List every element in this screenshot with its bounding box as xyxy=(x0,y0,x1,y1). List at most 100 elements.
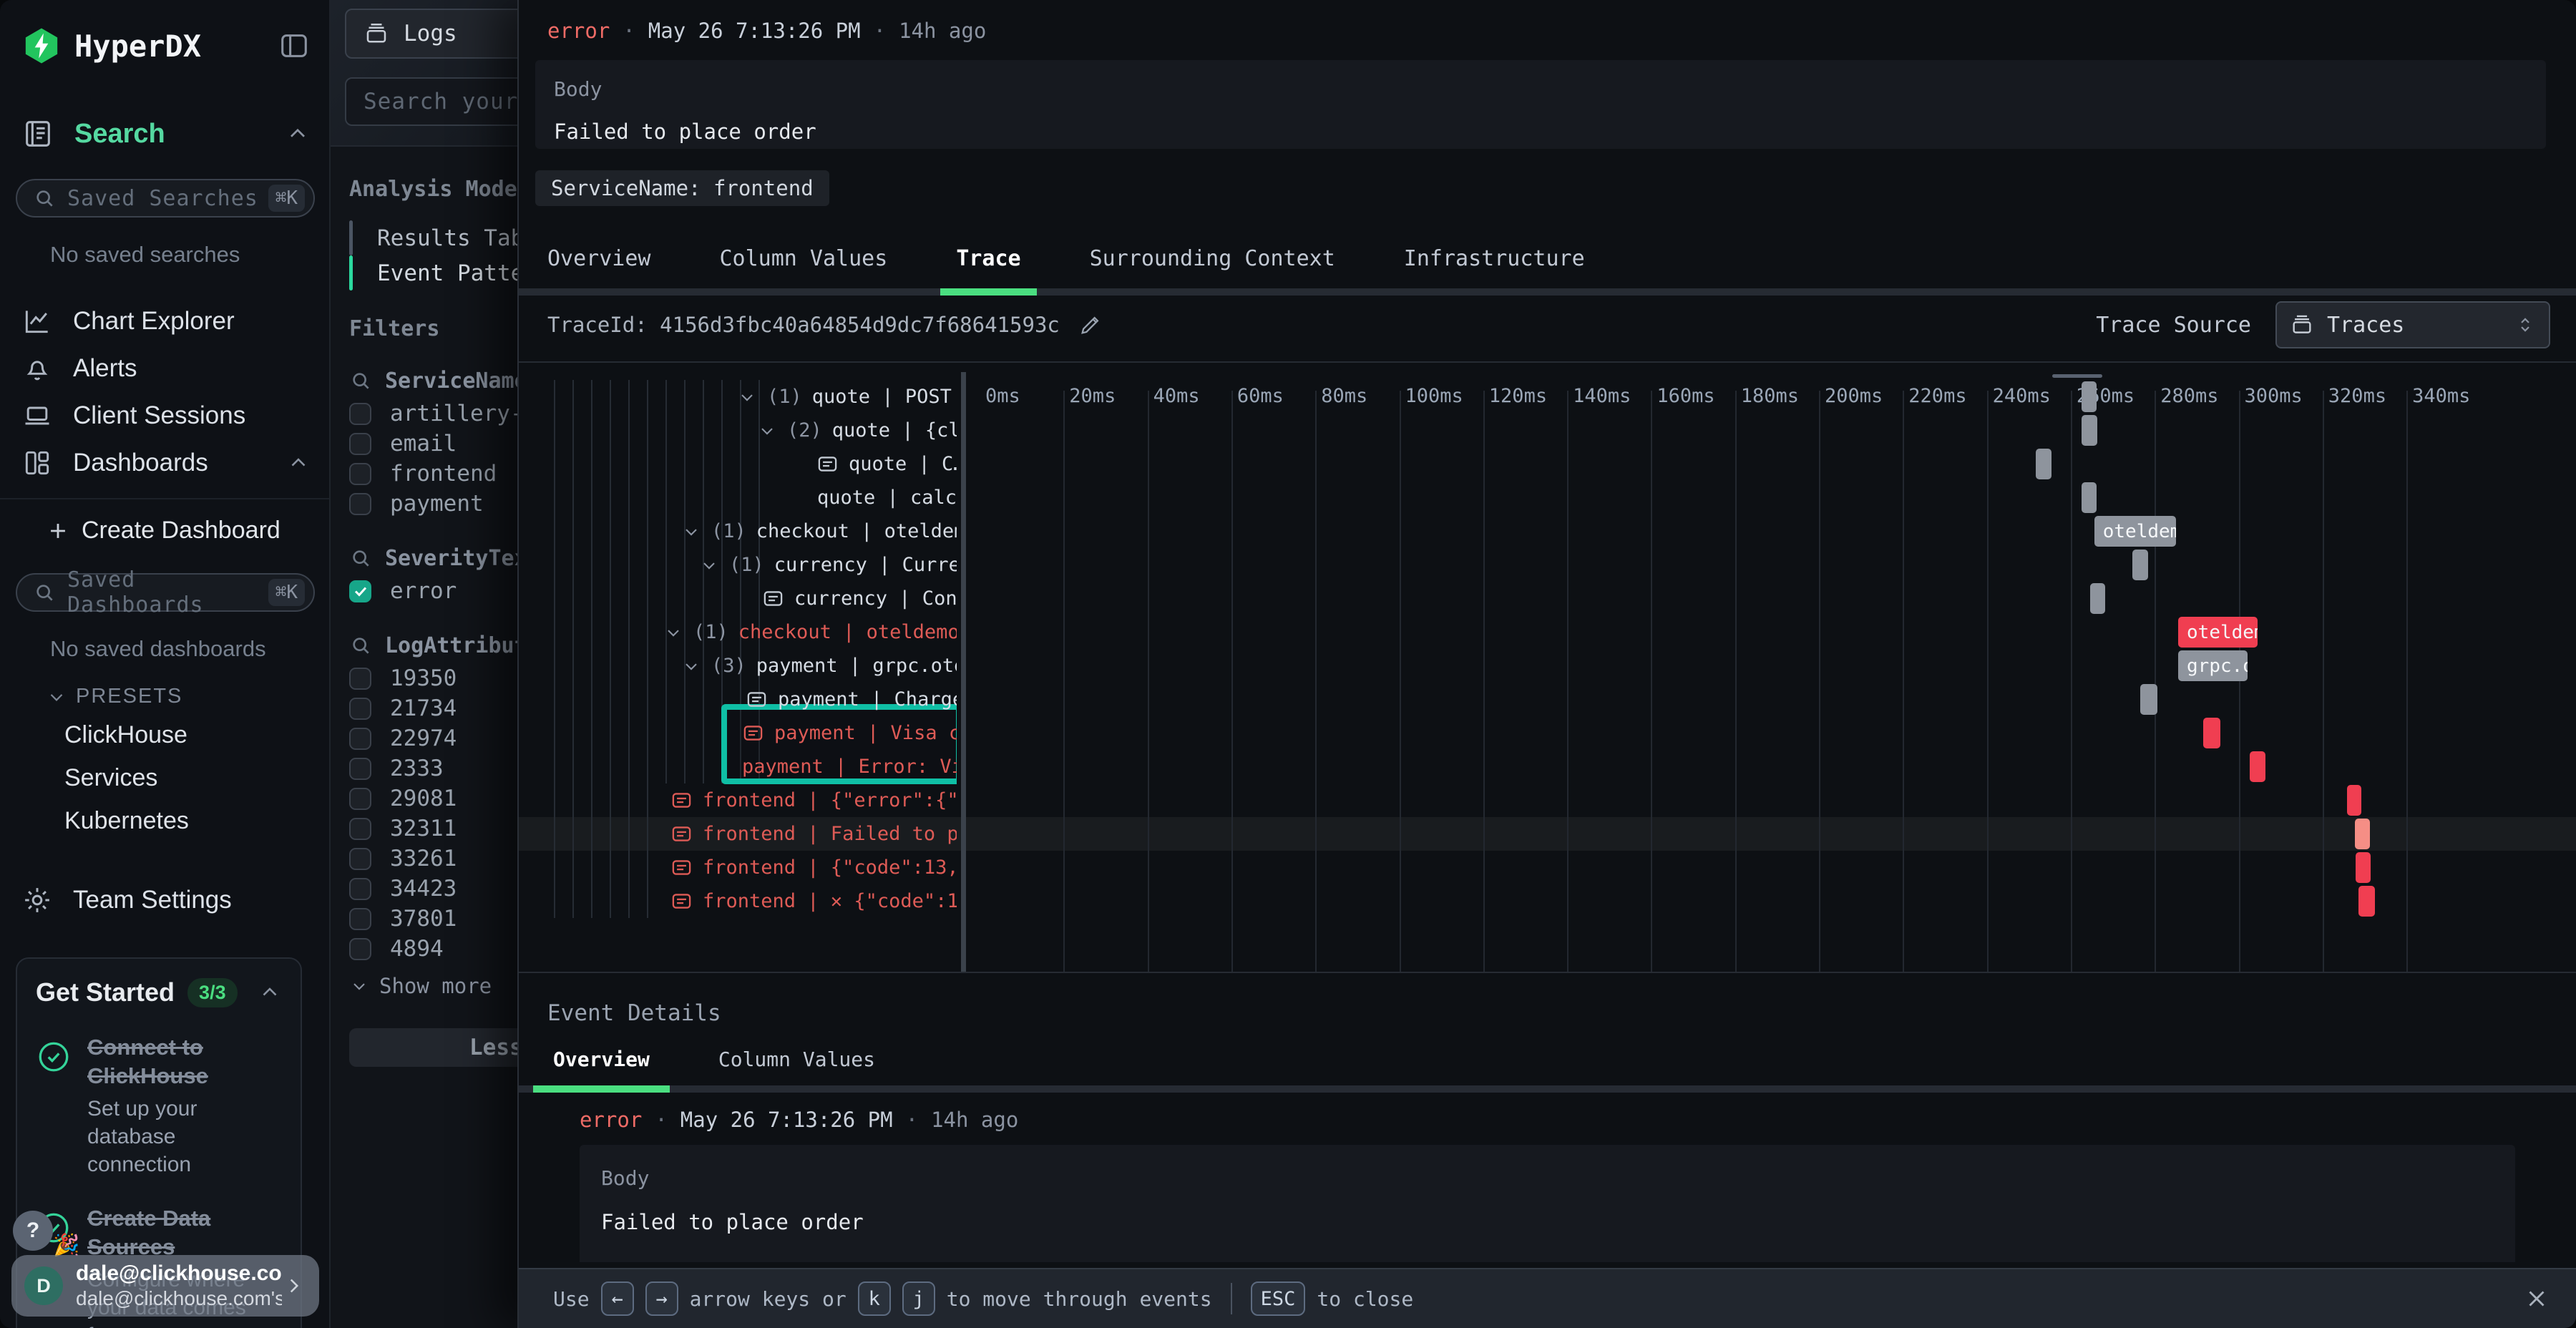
event-details-tab-overview[interactable]: Overview xyxy=(533,1039,670,1085)
chevron-down-icon[interactable] xyxy=(757,421,777,441)
k-key[interactable]: k xyxy=(858,1281,891,1316)
tab-infrastructure[interactable]: Infrastructure xyxy=(1404,236,1585,288)
collapse-sidebar-icon[interactable] xyxy=(278,29,311,62)
trace-source-value: Traces xyxy=(2327,313,2514,338)
get-started-item[interactable]: Connect to ClickHouseSet up your databas… xyxy=(36,1033,282,1178)
sidebar-item-search[interactable]: Search xyxy=(21,117,311,150)
user-account-chip[interactable]: D dale@clickhouse.com dale@clickhouse.co… xyxy=(11,1255,319,1317)
arrow-left-key[interactable]: ← xyxy=(601,1281,634,1316)
span-row[interactable]: frontend | {"error":{"code… xyxy=(519,783,957,817)
saved-dashboards-input[interactable]: Saved Dashboards ⌘K xyxy=(16,573,315,612)
tab-overview[interactable]: Overview xyxy=(547,236,651,288)
span-row[interactable]: quote | C… xyxy=(519,447,957,481)
span-row[interactable]: payment | Visa ca… xyxy=(519,716,957,750)
checkbox[interactable] xyxy=(349,788,371,810)
hyperdx-logo-icon xyxy=(21,26,62,66)
chevron-down-icon[interactable] xyxy=(663,622,683,643)
sidebar-item-team-settings[interactable]: Team Settings xyxy=(21,884,311,916)
sidebar-item-client-sessions[interactable]: Client Sessions xyxy=(0,392,329,439)
tab-trace[interactable]: Trace xyxy=(956,236,1020,288)
span-bar[interactable] xyxy=(2203,718,2220,748)
checkbox[interactable] xyxy=(349,908,371,930)
span-bar[interactable] xyxy=(2356,852,2371,883)
span-row[interactable]: frontend | Failed to place… xyxy=(519,817,957,851)
span-bar[interactable] xyxy=(2132,550,2148,580)
span-row[interactable]: frontend | {"code":13,"det… xyxy=(519,851,957,884)
checkbox[interactable] xyxy=(349,728,371,750)
tab-surrounding-context[interactable]: Surrounding Context xyxy=(1090,236,1335,288)
timeline-tick-label: 0ms xyxy=(985,385,1020,407)
timeline-scroll-indicator[interactable] xyxy=(2052,374,2102,378)
checkbox[interactable] xyxy=(349,758,371,780)
span-bar[interactable] xyxy=(2358,886,2374,917)
arrow-right-key[interactable]: → xyxy=(645,1281,678,1316)
checkbox[interactable] xyxy=(349,433,371,455)
span-bar[interactable] xyxy=(2082,482,2097,513)
saved-searches-input[interactable]: Saved Searches ⌘K xyxy=(16,179,315,218)
span-row[interactable]: frontend | ✕ {"code":13,"d… xyxy=(519,884,957,918)
create-dashboard-button[interactable]: Create Dashboard xyxy=(46,517,329,545)
span-row[interactable]: currency | Conv… xyxy=(519,582,957,615)
chevron-down-icon[interactable] xyxy=(699,555,719,575)
checkbox[interactable] xyxy=(349,403,371,425)
chevron-down-icon[interactable] xyxy=(681,522,701,542)
laptop-icon xyxy=(21,400,53,431)
span-bar[interactable] xyxy=(2347,785,2361,816)
event-details-tab-column-values[interactable]: Column Values xyxy=(698,1039,895,1085)
span-bar[interactable] xyxy=(2036,449,2051,479)
span-row[interactable]: (1)quote | POST … xyxy=(519,380,957,414)
span-bar[interactable] xyxy=(2082,415,2097,446)
service-name-tag[interactable]: ServiceName: frontend xyxy=(535,170,829,206)
span-row[interactable]: (1)checkout | oteldemo.Pa… xyxy=(519,615,957,649)
timeline-tick-label: 340ms xyxy=(2412,385,2470,407)
span-row[interactable]: (1)currency | Currenc… xyxy=(519,548,957,582)
tree-scrollbar[interactable] xyxy=(961,372,966,972)
chevron-up-icon[interactable] xyxy=(285,121,311,147)
checkbox[interactable] xyxy=(349,493,371,515)
presets-section-toggle[interactable]: PRESETS xyxy=(46,685,329,708)
span-bar[interactable] xyxy=(2355,819,2370,849)
checkbox[interactable] xyxy=(349,580,371,602)
checkbox[interactable] xyxy=(349,668,371,690)
checkbox[interactable] xyxy=(349,938,371,960)
timeline-tick-label: 120ms xyxy=(1489,385,1547,407)
tab-column-values[interactable]: Column Values xyxy=(720,236,888,288)
sidebar-item-dashboards[interactable]: Dashboards xyxy=(0,439,329,487)
span-row[interactable]: (2)quote | {cl… xyxy=(519,414,957,447)
span-bar[interactable] xyxy=(2250,751,2265,782)
span-bar[interactable] xyxy=(2082,381,2097,412)
edit-trace-icon[interactable] xyxy=(1078,313,1103,337)
preset-item-kubernetes[interactable]: Kubernetes xyxy=(64,807,329,837)
checkbox[interactable] xyxy=(349,463,371,485)
checkbox[interactable] xyxy=(349,818,371,840)
checkbox[interactable] xyxy=(349,848,371,870)
sidebar-item-chart-explorer[interactable]: Chart Explorer xyxy=(0,298,329,345)
dashboard-grid-icon xyxy=(21,447,53,479)
checkbox[interactable] xyxy=(349,878,371,900)
chevron-down-icon[interactable] xyxy=(681,656,701,676)
help-button[interactable]: ? xyxy=(13,1211,53,1251)
span-row[interactable]: quote | calc… xyxy=(519,481,957,514)
preset-item-services[interactable]: Services xyxy=(64,764,329,794)
span-bar[interactable]: grpc.o xyxy=(2178,650,2248,681)
brand-title: HyperDX xyxy=(74,29,278,64)
trace-source-select[interactable]: Traces xyxy=(2275,301,2550,348)
span-row[interactable]: payment | Error: Visa… xyxy=(519,750,957,783)
timeline-tick-label: 200ms xyxy=(1825,385,1883,407)
span-bar[interactable]: oteldem xyxy=(2178,617,2258,648)
span-bar[interactable] xyxy=(2090,583,2105,614)
span-bar[interactable]: oteldem xyxy=(2094,516,2176,547)
checkbox[interactable] xyxy=(349,698,371,720)
chevron-up-icon[interactable] xyxy=(258,980,282,1005)
span-bar[interactable] xyxy=(2140,684,2157,715)
span-row[interactable]: payment | Charge … xyxy=(519,683,957,716)
preset-item-clickhouse[interactable]: ClickHouse xyxy=(64,721,329,751)
chevron-down-icon[interactable] xyxy=(737,387,757,407)
close-icon[interactable] xyxy=(2523,1285,2550,1312)
span-row[interactable]: (3)payment | grpc.oteld… xyxy=(519,649,957,683)
esc-key[interactable]: ESC xyxy=(1251,1281,1306,1316)
sidebar-item-alerts[interactable]: Alerts xyxy=(0,345,329,392)
bell-icon xyxy=(21,353,53,384)
span-row[interactable]: (1)checkout | oteldemo.… xyxy=(519,514,957,548)
j-key[interactable]: j xyxy=(902,1281,935,1316)
